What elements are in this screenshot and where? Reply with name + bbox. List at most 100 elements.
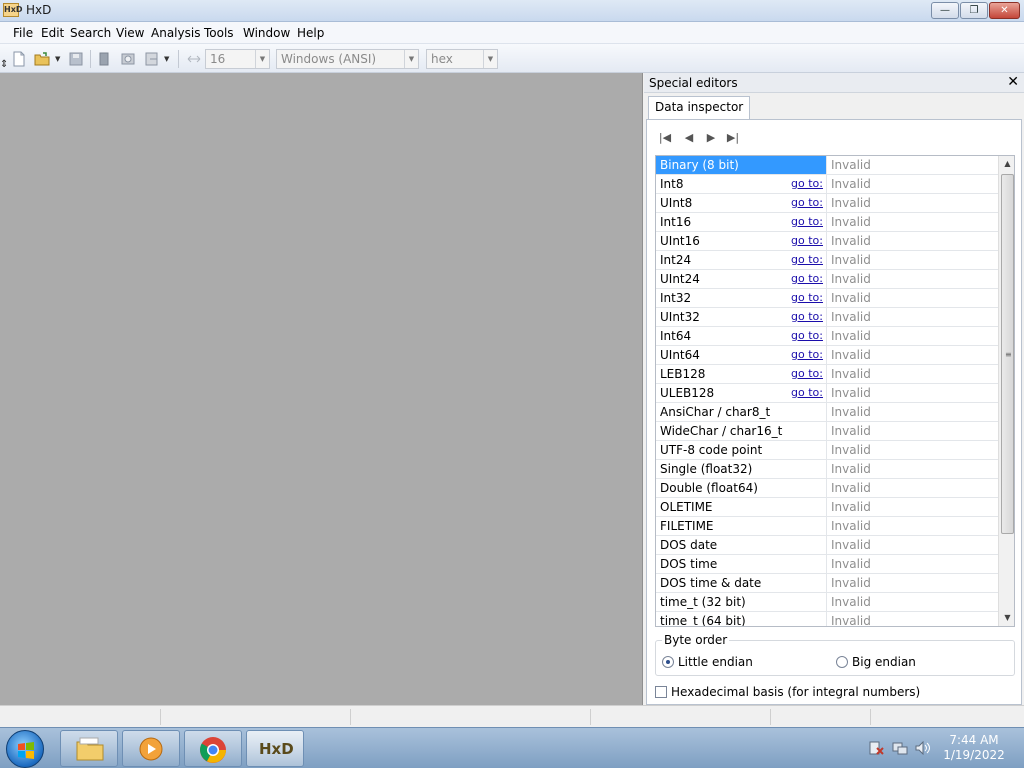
inspector-row[interactable]: LEB128 go to: Invalid	[656, 365, 998, 384]
maximize-button[interactable]: ❐	[960, 2, 988, 19]
goto-link[interactable]: go to:	[791, 289, 825, 307]
open-folder-icon[interactable]	[34, 51, 50, 67]
inspector-row[interactable]: DOS date Invalid	[656, 536, 998, 555]
menu-analysis[interactable]: Analysis	[151, 26, 200, 40]
inspector-row[interactable]: DOS time Invalid	[656, 555, 998, 574]
last-icon[interactable]: ▶|	[724, 130, 742, 146]
goto-link[interactable]: go to:	[791, 384, 825, 402]
inspector-value[interactable]: Invalid	[826, 517, 998, 535]
inspector-value[interactable]: Invalid	[826, 555, 998, 573]
inspector-row[interactable]: UInt8 go to: Invalid	[656, 194, 998, 213]
scroll-up-icon[interactable]: ▲	[999, 156, 1014, 172]
menu-search[interactable]: Search	[70, 26, 111, 40]
inspector-value[interactable]: Invalid	[826, 498, 998, 516]
menu-tools[interactable]: Tools	[204, 26, 234, 40]
inspector-row[interactable]: UInt16 go to: Invalid	[656, 232, 998, 251]
inspector-value[interactable]: Invalid	[826, 612, 998, 626]
menu-help[interactable]: Help	[297, 26, 324, 40]
inspector-row[interactable]: Int24 go to: Invalid	[656, 251, 998, 270]
inspector-value[interactable]: Invalid	[826, 460, 998, 478]
inspector-value[interactable]: Invalid	[826, 536, 998, 554]
inspector-row[interactable]: FILETIME Invalid	[656, 517, 998, 536]
menu-window[interactable]: Window	[243, 26, 290, 40]
taskbar-media-player[interactable]	[122, 730, 180, 767]
inspector-value[interactable]: Invalid	[826, 289, 998, 307]
inspector-row[interactable]: time_t (64 bit) Invalid	[656, 612, 998, 626]
inspector-row[interactable]: UInt64 go to: Invalid	[656, 346, 998, 365]
inspector-row[interactable]: UTF-8 code point Invalid	[656, 441, 998, 460]
close-window-button[interactable]: ✕	[989, 2, 1020, 19]
inspector-row[interactable]: DOS time & date Invalid	[656, 574, 998, 593]
little-endian-radio[interactable]: Little endian	[662, 655, 753, 669]
minimize-button[interactable]: —	[931, 2, 959, 19]
title-bar[interactable]: HxD HxD — ❐ ✕	[0, 0, 1024, 22]
inspector-row[interactable]: WideChar / char16_t Invalid	[656, 422, 998, 441]
menu-view[interactable]: View	[116, 26, 144, 40]
goto-link[interactable]: go to:	[791, 175, 825, 193]
goto-link[interactable]: go to:	[791, 308, 825, 326]
encoding-combo[interactable]: Windows (ANSI) ▼	[276, 49, 419, 69]
properties-icon[interactable]	[120, 51, 136, 67]
taskbar-hxd[interactable]: HxD	[246, 730, 304, 767]
goto-link[interactable]: go to:	[791, 327, 825, 345]
inspector-value[interactable]: Invalid	[826, 574, 998, 592]
goto-link[interactable]: go to:	[791, 365, 825, 383]
inspector-value[interactable]: Invalid	[826, 422, 998, 440]
inspector-value[interactable]: Invalid	[826, 308, 998, 326]
inspector-value[interactable]: Invalid	[826, 156, 998, 174]
inspector-row[interactable]: Int8 go to: Invalid	[656, 175, 998, 194]
new-file-icon[interactable]	[11, 51, 27, 67]
action-center-icon[interactable]	[868, 741, 884, 755]
inspector-value[interactable]: Invalid	[826, 403, 998, 421]
inspector-row[interactable]: ULEB128 go to: Invalid	[656, 384, 998, 403]
export-dropdown-arrow-icon[interactable]: ▼	[164, 55, 169, 63]
first-icon[interactable]: |◀	[656, 130, 674, 146]
goto-link[interactable]: go to:	[791, 251, 825, 269]
goto-link[interactable]: go to:	[791, 213, 825, 231]
menu-edit[interactable]: Edit	[41, 26, 64, 40]
inspector-row[interactable]: Int16 go to: Invalid	[656, 213, 998, 232]
grid-scrollbar[interactable]: ▲ ≡ ▼	[998, 156, 1014, 626]
close-icon[interactable]: ✕	[1007, 74, 1019, 90]
inspector-value[interactable]: Invalid	[826, 384, 998, 402]
inspector-value[interactable]: Invalid	[826, 479, 998, 497]
close-file-icon[interactable]	[96, 51, 112, 67]
open-dropdown-arrow-icon[interactable]: ▼	[55, 55, 60, 63]
inspector-value[interactable]: Invalid	[826, 232, 998, 250]
tab-data-inspector[interactable]: Data inspector	[648, 96, 751, 120]
inspector-value[interactable]: Invalid	[826, 175, 998, 193]
editor-workspace[interactable]: ⇕	[0, 59, 643, 705]
save-icon[interactable]	[68, 51, 84, 67]
taskbar-clock[interactable]: 7:44 AM 1/19/2022	[940, 733, 1008, 763]
inspector-row[interactable]: Int64 go to: Invalid	[656, 327, 998, 346]
previous-icon[interactable]: ◀	[680, 130, 698, 146]
inspector-row[interactable]: AnsiChar / char8_t Invalid	[656, 403, 998, 422]
goto-link[interactable]: go to:	[791, 194, 825, 212]
start-button[interactable]	[6, 730, 44, 768]
big-endian-radio[interactable]: Big endian	[836, 655, 916, 669]
goto-link[interactable]: go to:	[791, 270, 825, 288]
inspector-value[interactable]: Invalid	[826, 251, 998, 269]
goto-link[interactable]: go to:	[791, 346, 825, 364]
scroll-thumb[interactable]: ≡	[1001, 174, 1014, 534]
inspector-value[interactable]: Invalid	[826, 270, 998, 288]
inspector-row[interactable]: UInt32 go to: Invalid	[656, 308, 998, 327]
scroll-down-icon[interactable]: ▼	[999, 610, 1014, 626]
inspector-row[interactable]: Double (float64) Invalid	[656, 479, 998, 498]
menu-file[interactable]: File	[13, 26, 33, 40]
inspector-row[interactable]: UInt24 go to: Invalid	[656, 270, 998, 289]
inspector-value[interactable]: Invalid	[826, 327, 998, 345]
inspector-value[interactable]: Invalid	[826, 213, 998, 231]
taskbar-explorer[interactable]	[60, 730, 118, 767]
export-icon[interactable]	[144, 51, 160, 67]
data-inspector-grid[interactable]: Binary (8 bit) Invalid Int8 go to: Invalid UI…	[655, 155, 1015, 627]
inspector-value[interactable]: Invalid	[826, 194, 998, 212]
inspector-value[interactable]: Invalid	[826, 441, 998, 459]
taskbar-chrome[interactable]	[184, 730, 242, 767]
inspector-row[interactable]: Binary (8 bit) Invalid	[656, 156, 998, 175]
inspector-value[interactable]: Invalid	[826, 593, 998, 611]
volume-icon[interactable]	[915, 741, 931, 755]
chevron-down-icon[interactable]: ▼	[255, 50, 269, 68]
bytes-per-row-combo[interactable]: 16 ▼	[205, 49, 270, 69]
inspector-row[interactable]: Int32 go to: Invalid	[656, 289, 998, 308]
